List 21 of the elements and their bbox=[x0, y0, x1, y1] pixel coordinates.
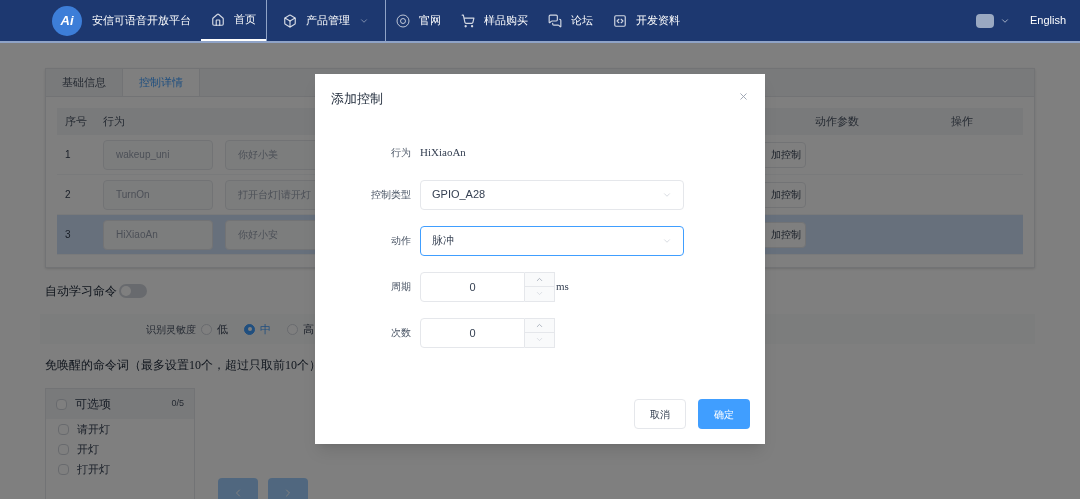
behavior-value: HiXiaoAn bbox=[420, 145, 466, 161]
wakefree-title: 免唤醒的命令词（最多设置10个，超过只取前10个） bbox=[45, 357, 322, 374]
field-label: 行为 bbox=[390, 146, 411, 160]
dialog-title: 添加控制 bbox=[331, 90, 383, 108]
column-header: 序号 bbox=[64, 114, 88, 130]
column-header: 动作参数 bbox=[814, 114, 860, 130]
unit-label: ms bbox=[556, 279, 569, 295]
table-cell-text: 3 bbox=[64, 228, 72, 242]
transfer-count: 0/5 bbox=[171, 397, 184, 411]
field-label: 次数 bbox=[390, 326, 411, 340]
transfer-title: 可选项 bbox=[75, 396, 111, 413]
table-cell-text: 1 bbox=[64, 148, 72, 162]
field-label: 周期 bbox=[390, 280, 411, 294]
column-header: 行为 bbox=[102, 114, 126, 130]
field-label: 动作 bbox=[390, 234, 411, 248]
auto-learn-label: 自动学习命令 bbox=[45, 283, 117, 300]
column-header: 操作 bbox=[951, 114, 973, 130]
site-title: 安信可语音开放平台 bbox=[92, 13, 191, 29]
field-label: 控制类型 bbox=[370, 188, 411, 202]
table-cell-text: 2 bbox=[64, 188, 72, 202]
sensitivity-label: 识别灵敏度 bbox=[146, 322, 196, 337]
